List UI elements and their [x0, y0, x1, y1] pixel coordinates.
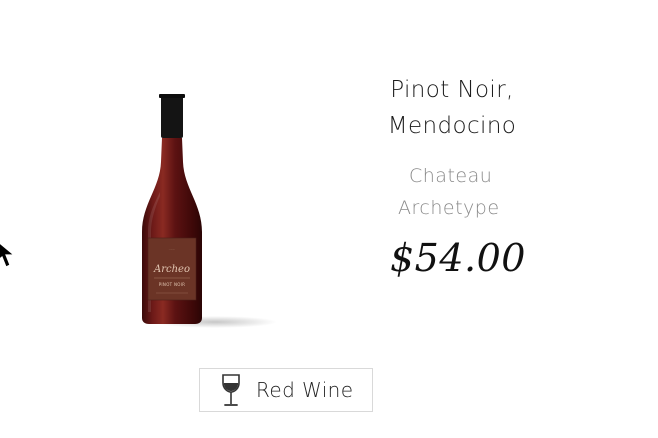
product-card[interactable]: ······· Archeo PINOT NOIR Pinot Noir, Me…: [0, 0, 658, 438]
svg-text:·······: ·······: [169, 247, 176, 251]
mouse-pointer-icon: [0, 240, 20, 270]
wine-type-button[interactable]: Red Wine: [199, 368, 373, 412]
label-brand: Archeo: [153, 264, 190, 275]
price: $54.00: [390, 236, 526, 280]
producer-line1: Chateau: [409, 165, 493, 187]
wine-glass-icon: [220, 373, 242, 407]
product-image[interactable]: ······· Archeo PINOT NOIR: [120, 92, 290, 332]
producer-name: Chateau Archetype: [378, 160, 538, 224]
label-varietal: PINOT NOIR: [159, 282, 186, 287]
wine-type-label: Red Wine: [256, 378, 354, 402]
producer-line2: Archetype: [398, 197, 500, 219]
product-title-line1: Pinot Noir,: [390, 77, 514, 103]
product-title-line2: Mendocino: [387, 113, 517, 139]
product-title[interactable]: Pinot Noir, Mendocino: [362, 72, 542, 144]
wine-bottle-illustration: ······· Archeo PINOT NOIR: [142, 94, 277, 328]
